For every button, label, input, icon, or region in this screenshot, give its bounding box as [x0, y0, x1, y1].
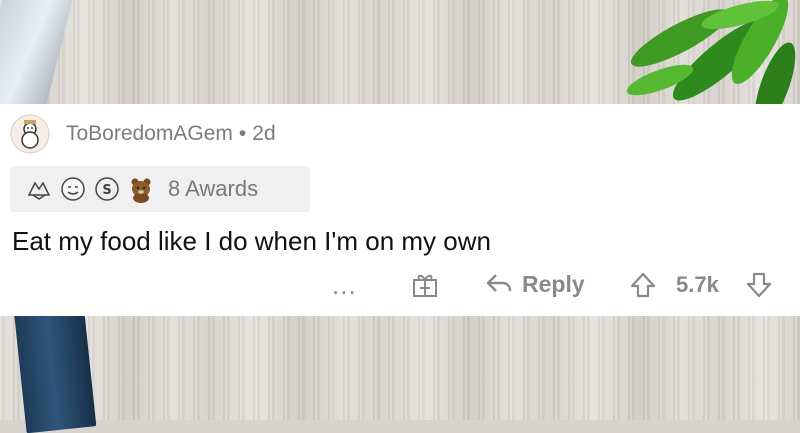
downvote-arrow-icon[interactable] [744, 270, 774, 300]
username-link[interactable]: ToBoredomAGem [66, 122, 233, 146]
awards-count: 8 Awards [168, 176, 259, 201]
silver-coin-award-icon: S [92, 174, 122, 204]
separator-dot: • [238, 122, 247, 145]
awards-bar[interactable]: S 8 Awards [10, 166, 310, 212]
upvote-arrow-icon[interactable] [628, 270, 658, 300]
comment-card: ToBoredomAGem • 2d S 8 Awards Eat my foo… [0, 104, 800, 316]
herb-leaves-image [626, 0, 796, 110]
svg-text:S: S [102, 183, 111, 198]
hands-clasped-award-icon [24, 174, 54, 204]
comment-age: 2d [252, 122, 276, 145]
comment-actions: ... Reply 5.7k [0, 264, 800, 308]
vote-score: 5.7k [676, 272, 719, 297]
knife-handle-image [13, 301, 97, 433]
reply-arrow-icon [486, 274, 512, 292]
more-options-button[interactable]: ... [332, 270, 357, 301]
reply-label: Reply [522, 270, 585, 297]
comment-body: Eat my food like I do when I'm on my own [12, 226, 491, 256]
avatar[interactable] [10, 114, 50, 154]
comment-header: ToBoredomAGem • 2d [10, 114, 276, 154]
reply-button[interactable]: Reply [484, 270, 585, 298]
face-award-icon [58, 174, 88, 204]
bear-award-icon [126, 174, 156, 204]
gift-icon[interactable] [410, 270, 440, 300]
